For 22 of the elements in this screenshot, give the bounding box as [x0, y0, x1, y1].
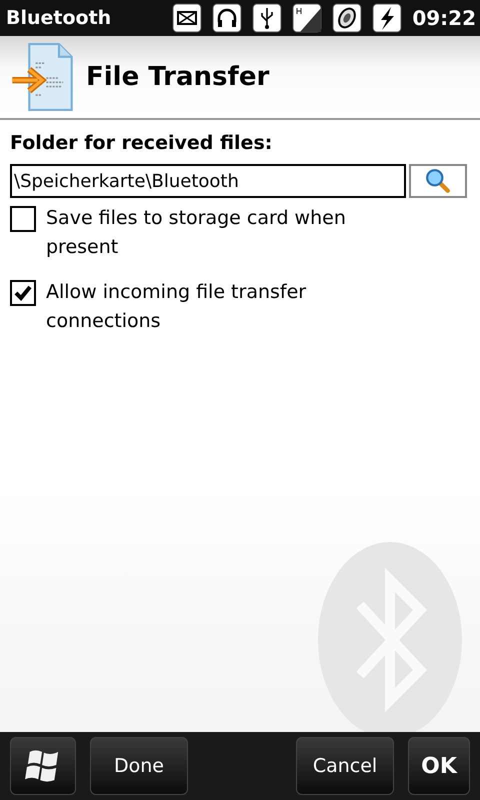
folder-label: Folder for received files: [10, 132, 274, 154]
speaker-icon[interactable] [332, 3, 362, 33]
browse-button[interactable] [409, 164, 467, 198]
start-button[interactable] [10, 737, 76, 795]
usb-icon[interactable] [252, 3, 282, 33]
headphones-icon[interactable] [212, 3, 242, 33]
app-title: Bluetooth [6, 7, 112, 29]
clock[interactable]: 09:22 [412, 6, 476, 30]
checkbox[interactable] [10, 206, 36, 232]
softkey-button[interactable]: OK [408, 737, 470, 795]
checkbox-label[interactable]: Allow incoming file transfer connections [46, 278, 406, 336]
checkbox[interactable] [10, 280, 36, 306]
page-title: File Transfer [86, 62, 270, 92]
mail-icon[interactable] [172, 3, 202, 33]
folder-field[interactable]: \Speicherkarte\Bluetooth [10, 164, 406, 198]
softkey-button[interactable]: Done [90, 737, 188, 795]
softkey-button[interactable]: Cancel [296, 737, 394, 795]
checkbox-label[interactable]: Save files to storage card when present [46, 204, 406, 262]
battery-charging-icon[interactable] [372, 3, 402, 33]
signal-icon[interactable] [292, 3, 322, 33]
file-transfer-icon [10, 42, 74, 112]
search-icon [425, 168, 451, 194]
